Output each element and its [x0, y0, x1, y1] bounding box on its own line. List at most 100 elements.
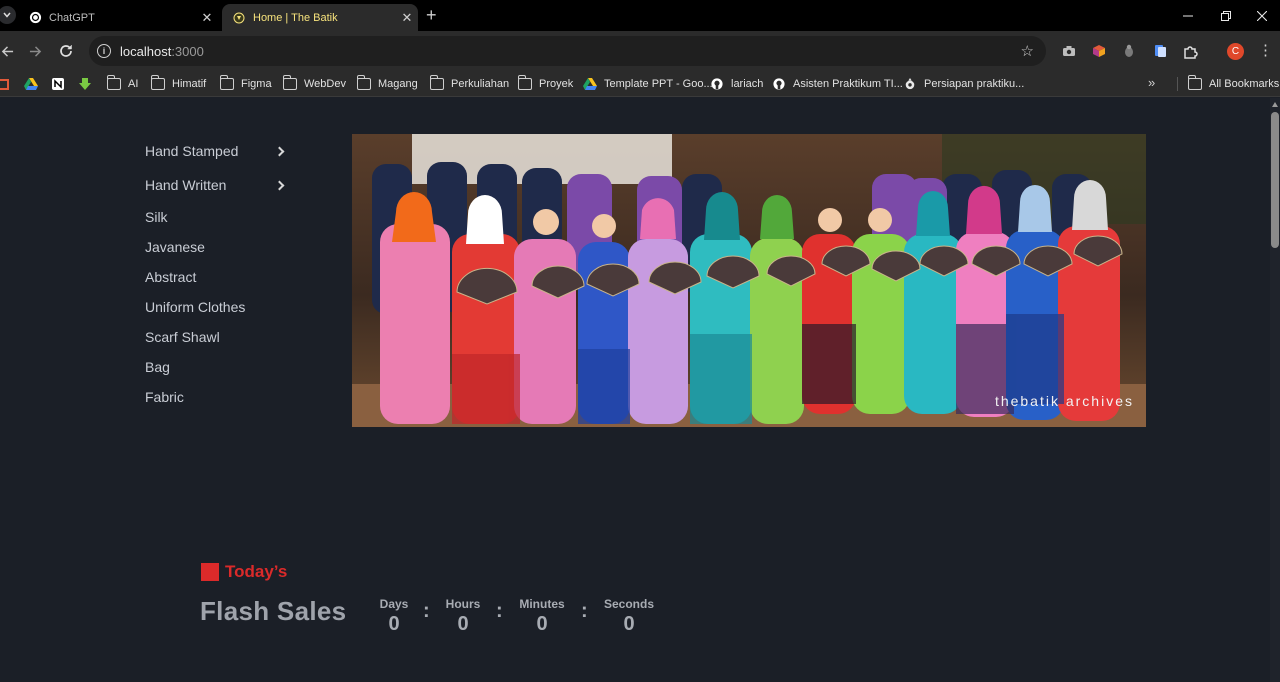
github-icon — [773, 78, 785, 90]
extension-icon[interactable] — [1152, 43, 1168, 59]
countdown-seconds: Seconds 0 — [600, 597, 658, 636]
folder-icon — [518, 75, 532, 90]
sidebar-item-label: Abstract — [145, 269, 197, 285]
profile-avatar[interactable]: C — [1227, 43, 1244, 60]
menu-kebab-icon[interactable]: ⋮ — [1258, 41, 1273, 59]
bookmarks-bar: AI Himatif Figma WebDev Magang Perkuliah… — [0, 71, 1280, 97]
sidebar-item-fabric[interactable]: Fabric — [145, 382, 295, 412]
countdown-label: Days — [379, 597, 409, 611]
sidebar-item-scarf-shawl[interactable]: Scarf Shawl — [145, 322, 295, 352]
chevron-down-icon — [3, 12, 11, 18]
tab-strip: ChatGPT ✕ Home | The Batik ✕ + — [0, 0, 1280, 31]
minimize-icon — [1183, 15, 1193, 16]
bookmark-template-ppt[interactable]: Template PPT - Goo... — [583, 76, 713, 92]
tab-the-batik[interactable]: Home | The Batik ✕ — [222, 4, 418, 31]
chevron-right-icon — [274, 146, 285, 156]
close-window-button[interactable] — [1242, 0, 1280, 31]
countdown-separator: : — [581, 600, 588, 622]
tab-chatgpt[interactable]: ChatGPT ✕ — [18, 4, 218, 31]
bookmark-folder-magang[interactable]: Magang — [357, 75, 418, 92]
github-icon — [711, 78, 723, 90]
tab-search-button[interactable] — [0, 6, 16, 24]
sidebar-item-hand-stamped[interactable]: Hand Stamped — [145, 134, 295, 168]
section-tag-marker — [201, 563, 219, 581]
address-url: localhost:3000 — [120, 44, 204, 59]
browser-toolbar: i localhost:3000 ☆ C ⋮ — [0, 31, 1280, 71]
forward-button[interactable] — [25, 41, 45, 61]
reload-button[interactable] — [56, 41, 76, 61]
all-bookmarks-button[interactable]: All Bookmarks — [1188, 75, 1279, 92]
new-tab-button[interactable]: + — [426, 5, 437, 26]
bookmark-download-icon[interactable] — [78, 76, 92, 92]
google-drive-icon — [583, 78, 597, 90]
folder-icon — [357, 75, 371, 90]
chatgpt-icon — [28, 11, 42, 25]
bookmark-lariach[interactable]: lariach — [710, 76, 763, 92]
arrow-right-icon — [29, 45, 41, 57]
bookmark-folder-webdev[interactable]: WebDev — [283, 75, 346, 92]
bookmark-star-icon[interactable]: ☆ — [1021, 42, 1034, 60]
sidebar-item-abstract[interactable]: Abstract — [145, 262, 295, 292]
sidebar-item-hand-written[interactable]: Hand Written — [145, 168, 295, 202]
restore-button[interactable] — [1206, 0, 1246, 31]
sidebar-item-label: Uniform Clothes — [145, 299, 246, 315]
more-bookmarks-button[interactable]: » — [1148, 75, 1155, 90]
address-bar[interactable]: i localhost:3000 ☆ — [89, 36, 1046, 66]
sidebar-item-silk[interactable]: Silk — [145, 202, 295, 232]
scroll-thumb[interactable] — [1271, 112, 1279, 248]
countdown-days: Days 0 — [376, 597, 412, 636]
countdown-value: 0 — [536, 613, 548, 635]
extension-icon[interactable] — [1091, 43, 1107, 59]
sidebar-item-label: Hand Stamped — [145, 143, 239, 159]
bookmark-notion-icon[interactable] — [51, 76, 65, 92]
countdown-value: 0 — [457, 613, 469, 635]
sidebar-item-javanese[interactable]: Javanese — [145, 232, 295, 262]
bookmark-apps-icon[interactable] — [0, 76, 10, 92]
bookmark-folder-himatif[interactable]: Himatif — [151, 75, 206, 92]
bookmark-folder-perkuliahan[interactable]: Perkuliahan — [430, 75, 509, 92]
tab-title: ChatGPT — [49, 11, 95, 24]
category-sidebar: Hand Stamped Hand Written Silk Javanese … — [145, 134, 295, 412]
bookmark-drive-icon[interactable] — [24, 76, 38, 92]
sidebar-item-bag[interactable]: Bag — [145, 352, 295, 382]
folder-icon — [430, 75, 444, 90]
close-tab-icon[interactable]: ✕ — [396, 10, 418, 26]
reload-icon — [60, 45, 72, 57]
bookmark-folder-figma[interactable]: Figma — [220, 75, 272, 92]
page-content: Hand Stamped Hand Written Silk Javanese … — [0, 98, 1270, 682]
bookmark-persiapan-praktikum[interactable]: Persiapan praktiku... — [903, 76, 1024, 92]
close-tab-icon[interactable]: ✕ — [196, 10, 218, 26]
sidebar-item-label: Bag — [145, 359, 170, 375]
countdown-hours: Hours 0 — [442, 597, 484, 636]
bookmark-folder-proyek[interactable]: Proyek — [518, 75, 573, 92]
site-info-icon[interactable]: i — [97, 44, 111, 58]
countdown-value: 0 — [623, 613, 635, 635]
camera-icon[interactable] — [1061, 43, 1077, 59]
folder-icon — [220, 75, 234, 90]
countdown-label: Seconds — [603, 597, 654, 611]
page-scrollbar[interactable] — [1270, 98, 1280, 682]
back-button[interactable] — [0, 41, 17, 61]
folder-icon — [283, 75, 297, 90]
sidebar-item-uniform-clothes[interactable]: Uniform Clothes — [145, 292, 295, 322]
puzzle-icon[interactable] — [1182, 43, 1198, 59]
restore-icon — [1221, 10, 1231, 21]
close-icon — [1257, 10, 1267, 21]
bookmark-asisten-praktikum[interactable]: Asisten Praktikum TI... — [772, 76, 903, 92]
extension-icon[interactable] — [1121, 43, 1137, 59]
minimize-button[interactable] — [1168, 0, 1208, 31]
scroll-up-arrow-icon[interactable] — [1272, 102, 1278, 107]
folder-icon — [107, 75, 121, 90]
sidebar-item-label: Silk — [145, 209, 168, 225]
image-watermark: thebatik archives — [994, 393, 1134, 409]
bookmarks-divider — [1177, 77, 1178, 91]
countdown-label: Minutes — [519, 597, 565, 611]
section-tag-label: Today’s — [225, 562, 288, 581]
sidebar-item-label: Hand Written — [145, 177, 227, 193]
tab-title: Home | The Batik — [253, 11, 338, 24]
sidebar-item-label: Fabric — [145, 389, 184, 405]
hero-banner-image[interactable]: thebatik archives — [352, 134, 1146, 427]
sidebar-item-label: Scarf Shawl — [145, 329, 220, 345]
bookmark-folder-ai[interactable]: AI — [107, 75, 138, 92]
section-tag: Today’s — [201, 562, 287, 582]
